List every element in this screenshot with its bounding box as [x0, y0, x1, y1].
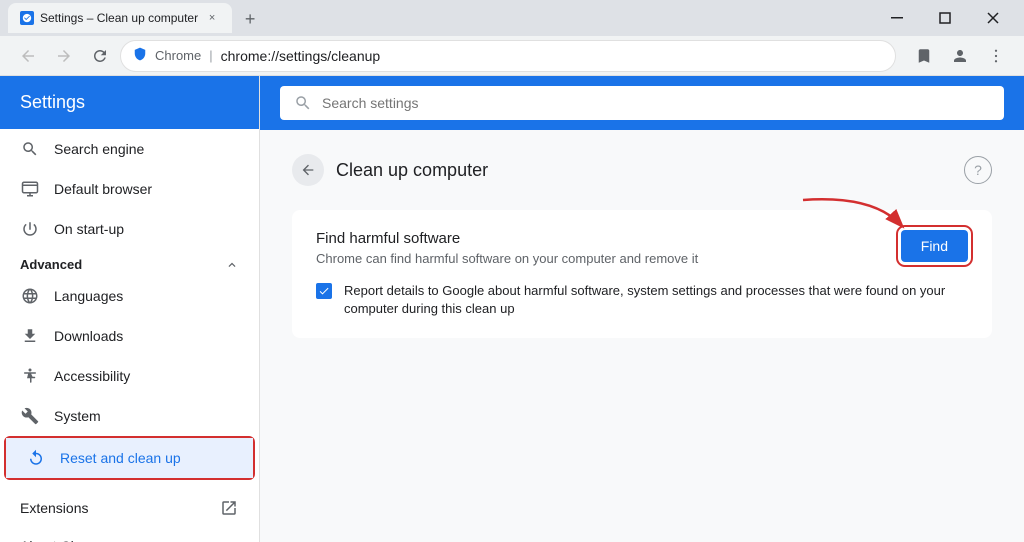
section-card: Find harmful software Chrome can find ha…	[292, 210, 992, 338]
page-header: Clean up computer ?	[292, 154, 992, 186]
window-controls	[874, 2, 1016, 34]
section-title: Find harmful software	[316, 230, 698, 247]
advanced-section-header[interactable]: Advanced	[0, 249, 259, 276]
sidebar-item-default-browser[interactable]: Default browser	[0, 169, 259, 209]
external-link-icon	[219, 498, 239, 518]
checkbox-label: Report details to Google about harmful s…	[344, 282, 968, 318]
advanced-label: Advanced	[20, 257, 82, 272]
tab-favicon	[20, 11, 34, 25]
sidebar-item-default-browser-label: Default browser	[54, 181, 152, 197]
globe-icon	[20, 286, 40, 306]
find-button-wrapper: Find	[901, 230, 968, 262]
sidebar-item-system[interactable]: System	[0, 396, 259, 436]
nav-right	[908, 40, 1012, 72]
refresh-button[interactable]	[84, 40, 116, 72]
red-arrow	[793, 190, 913, 250]
active-tab[interactable]: Settings – Clean up computer ×	[8, 3, 232, 33]
sidebar-item-search-engine[interactable]: Search engine	[0, 129, 259, 169]
back-button[interactable]	[12, 40, 44, 72]
sidebar-item-downloads[interactable]: Downloads	[0, 316, 259, 356]
account-button[interactable]	[944, 40, 976, 72]
tab-close-button[interactable]: ×	[204, 10, 220, 26]
main-content: Settings Search engine Default browser O…	[0, 76, 1024, 542]
search-icon	[294, 94, 312, 112]
nav-bar: Chrome | chrome://settings/cleanup	[0, 36, 1024, 76]
section-description: Chrome can find harmful software on your…	[316, 251, 698, 266]
browser-frame: Settings – Clean up computer × +	[0, 0, 1024, 542]
chevron-up-icon	[225, 258, 239, 272]
tab-title: Settings – Clean up computer	[40, 11, 198, 25]
sidebar-item-extensions[interactable]: Extensions	[0, 488, 259, 528]
content-body: Clean up computer ? Find harmful softwar…	[260, 130, 1024, 378]
page-content: Clean up computer ? Find harmful softwar…	[260, 76, 1024, 542]
page-title: Clean up computer	[336, 160, 952, 181]
sidebar-item-on-startup-label: On start-up	[54, 221, 124, 237]
sidebar-item-accessibility[interactable]: Accessibility	[0, 356, 259, 396]
sidebar-item-languages-label: Languages	[54, 288, 123, 304]
sidebar-item-accessibility-label: Accessibility	[54, 368, 130, 384]
forward-button[interactable]	[48, 40, 80, 72]
checkbox-row: Report details to Google about harmful s…	[316, 282, 968, 318]
sidebar: Settings Search engine Default browser O…	[0, 76, 260, 542]
accessibility-icon	[20, 366, 40, 386]
sidebar-item-languages[interactable]: Languages	[0, 276, 259, 316]
address-url: chrome://settings/cleanup	[221, 48, 381, 64]
find-button[interactable]: Find	[901, 230, 968, 262]
search-input[interactable]	[322, 95, 990, 111]
sidebar-item-downloads-label: Downloads	[54, 328, 123, 344]
address-separator: |	[209, 48, 212, 63]
maximize-button[interactable]	[922, 2, 968, 34]
title-bar: Settings – Clean up computer × +	[0, 0, 1024, 36]
address-prefix: Chrome	[155, 48, 201, 63]
download-icon	[20, 326, 40, 346]
sidebar-item-reset-clean-label: Reset and clean up	[60, 450, 181, 466]
system-icon	[20, 406, 40, 426]
report-checkbox[interactable]	[316, 283, 332, 299]
address-bar[interactable]: Chrome | chrome://settings/cleanup	[120, 40, 896, 72]
search-box[interactable]	[280, 86, 1004, 120]
page-back-button[interactable]	[292, 154, 324, 186]
browser-icon	[20, 179, 40, 199]
power-icon	[20, 219, 40, 239]
section-top: Find harmful software Chrome can find ha…	[316, 230, 968, 266]
section-text: Find harmful software Chrome can find ha…	[316, 230, 698, 266]
sidebar-item-reset-clean[interactable]: Reset and clean up	[6, 438, 253, 478]
sidebar-item-system-label: System	[54, 408, 101, 424]
sidebar-header: Settings	[0, 76, 259, 129]
sidebar-item-search-engine-label: Search engine	[54, 141, 144, 157]
close-window-button[interactable]	[970, 2, 1016, 34]
reset-icon	[26, 448, 46, 468]
address-security-icon	[133, 47, 147, 64]
bookmark-button[interactable]	[908, 40, 940, 72]
settings-search-bar	[260, 76, 1024, 130]
tab-bar: Settings – Clean up computer × +	[8, 3, 874, 33]
help-button[interactable]: ?	[964, 156, 992, 184]
sidebar-item-about-chrome-label: About Chrome	[20, 538, 110, 542]
new-tab-button[interactable]: +	[236, 5, 264, 33]
sidebar-item-extensions-label: Extensions	[20, 500, 88, 516]
sidebar-item-on-startup[interactable]: On start-up	[0, 209, 259, 249]
minimize-button[interactable]	[874, 2, 920, 34]
sidebar-item-about-chrome[interactable]: About Chrome	[0, 528, 259, 542]
search-icon	[20, 139, 40, 159]
menu-button[interactable]	[980, 40, 1012, 72]
